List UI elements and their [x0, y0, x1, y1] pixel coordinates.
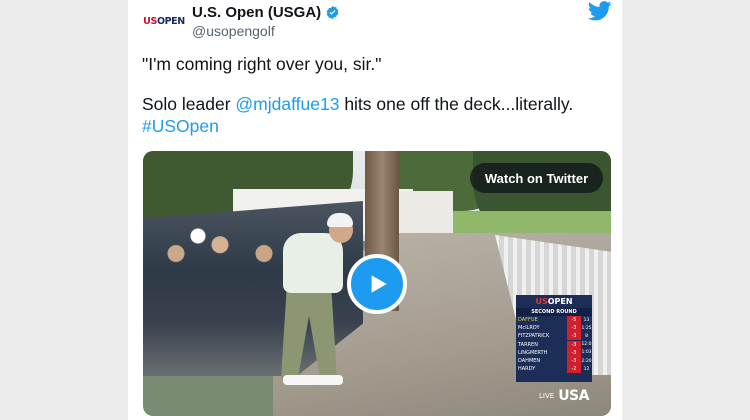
tweet-quote: "I'm coming right over you, sir."	[142, 54, 382, 74]
video-golfer	[283, 233, 343, 293]
mention-link[interactable]: @mjdaffue13	[235, 94, 339, 114]
account-handle[interactable]: @usopengolf	[192, 23, 275, 39]
leaderboard-row: HARDY -2 12	[518, 365, 590, 374]
tweet-body-prefix: Solo leader	[142, 94, 236, 114]
leaderboard-row: DAHMEN -3 2:20	[518, 357, 592, 366]
watch-on-twitter-button[interactable]: Watch on Twitter	[470, 163, 603, 193]
leaderboard-logo: US OPEN	[535, 297, 573, 306]
tweet-card: USOPEN U.S. Open (USGA) @usopengolf "I'm…	[128, 0, 622, 420]
tweet-body: Solo leader @mjdaffue13 hits one off the…	[142, 93, 612, 115]
video-player[interactable]: Watch on Twitter US OPEN SECOND ROUND DAF…	[143, 151, 611, 416]
leaderboard-row: TARREN -3 12:0	[518, 340, 592, 349]
leaderboard-row: FITZPATRICK -3 8	[518, 332, 588, 341]
twitter-bird-icon[interactable]	[587, 1, 612, 21]
tweet-text: "I'm coming right over you, sir." Solo l…	[142, 53, 612, 137]
avatar[interactable]: USOPEN	[140, 8, 188, 34]
network-logo: LIVE USA	[539, 388, 589, 404]
hashtag-link[interactable]: #USOpen	[142, 115, 612, 137]
account-name-row[interactable]: U.S. Open (USGA)	[192, 4, 340, 21]
leaderboard-row: LINGMERTH -3 1:03	[518, 348, 592, 357]
video-golfer	[327, 213, 353, 227]
play-button[interactable]	[347, 254, 407, 314]
tweet-body-suffix: hits one off the deck...literally.	[339, 94, 574, 114]
live-label: LIVE	[539, 392, 555, 400]
leaderboard-overlay: US OPEN SECOND ROUND DAFFUE -5 13 McILROY -3…	[516, 295, 592, 382]
usa-network-logo: USA	[558, 388, 589, 404]
usopen-logo: USOPEN	[143, 15, 185, 27]
play-icon	[371, 275, 387, 293]
video-golfer	[283, 375, 343, 385]
leaderboard-row: McILROY -3 1:25	[518, 324, 592, 333]
leaderboard-round: SECOND ROUND	[516, 308, 592, 316]
display-name[interactable]: U.S. Open (USGA)	[192, 4, 321, 21]
verified-badge-icon	[325, 5, 340, 20]
leaderboard-row: DAFFUE -5 13	[518, 316, 590, 325]
